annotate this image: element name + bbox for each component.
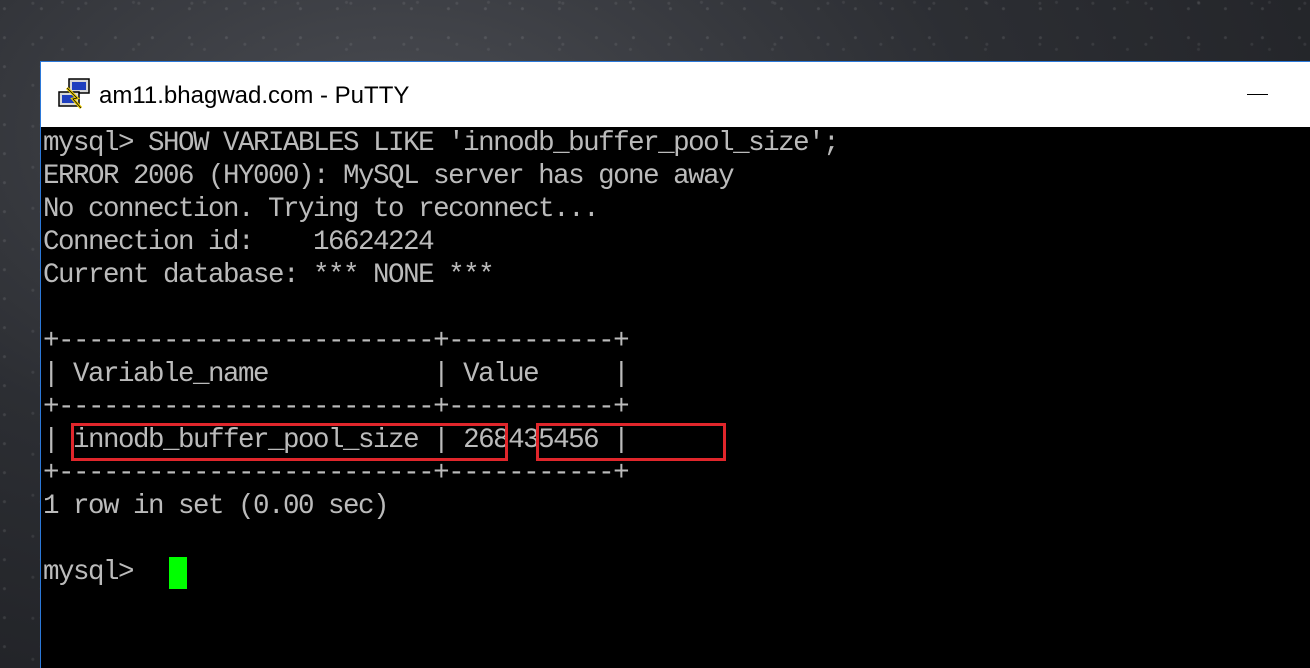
minimize-button[interactable]: [1231, 62, 1310, 127]
terminal-line: Current database: *** NONE ***: [43, 260, 495, 291]
mysql-prompt: mysql>: [43, 557, 149, 588]
value-highlight: [536, 423, 726, 461]
text-cursor: [169, 557, 187, 589]
terminal-line: 1 row in set (0.00 sec): [43, 491, 390, 522]
table-border-line: +-------------------------+-----------+: [43, 392, 630, 423]
variable-name-highlight: [71, 423, 508, 461]
terminal-line: ERROR 2006 (HY000): MySQL server has gon…: [43, 161, 735, 192]
terminal-line: mysql> SHOW VARIABLES LIKE 'innodb_buffe…: [43, 128, 840, 159]
terminal-line: Connection id: 16624224: [43, 227, 435, 258]
window-title: am11.bhagwad.com - PuTTY: [99, 82, 410, 109]
putty-icon[interactable]: [57, 78, 91, 110]
table-border-line: +-------------------------+-----------+: [43, 458, 630, 489]
terminal-line: No connection. Trying to reconnect...: [43, 194, 600, 225]
minimize-icon: [1247, 94, 1268, 95]
title-bar[interactable]: am11.bhagwad.com - PuTTY: [41, 62, 1310, 127]
putty-window[interactable]: am11.bhagwad.com - PuTTY mysql> SHOW VAR…: [40, 61, 1310, 668]
table-border-line: +-------------------------+-----------+: [43, 326, 630, 357]
table-header-row: | Variable_name | Value |: [43, 359, 630, 390]
terminal-output[interactable]: mysql> SHOW VARIABLES LIKE 'innodb_buffe…: [41, 127, 1310, 668]
